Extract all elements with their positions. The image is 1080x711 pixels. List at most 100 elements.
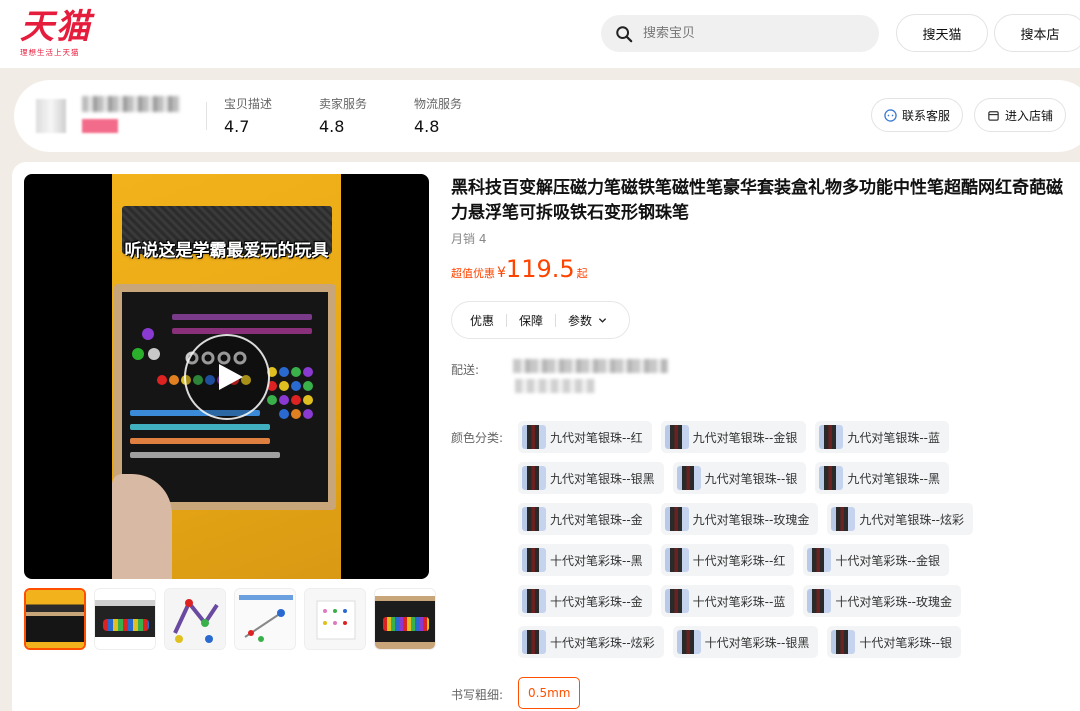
score-value: 4.8 (414, 117, 440, 136)
price-value: 119.5 (505, 255, 575, 283)
search-tmall-button[interactable]: 搜天猫 (896, 14, 988, 52)
color-option-row: 九代对笔银珠--红 九代对笔银珠--金银 九代对笔银珠--蓝 (518, 421, 1078, 453)
option-thumbnail (676, 466, 701, 490)
option-thumbnail (664, 425, 689, 449)
color-option-label: 九代对笔银珠--黑 (847, 471, 941, 486)
score-value: 4.7 (224, 117, 250, 136)
score-value: 4.8 (319, 117, 345, 136)
color-options: 九代对笔银珠--红 九代对笔银珠--金银 九代对笔银珠--蓝 九代对笔银珠--银黑 九代… (518, 421, 1078, 667)
option-thumbnail (522, 466, 546, 490)
color-option[interactable]: 九代对笔银珠--蓝 (815, 421, 950, 453)
shop-name-blurred[interactable] (82, 96, 180, 112)
color-option[interactable]: 十代对笔彩珠--炫彩 (518, 626, 664, 658)
color-option[interactable]: 九代对笔银珠--玫瑰金 (660, 503, 819, 535)
thumbnail[interactable] (164, 588, 226, 650)
enter-shop-button[interactable]: 进入店铺 (974, 98, 1066, 132)
color-option-label: 十代对笔彩珠--炫彩 (550, 635, 655, 650)
hand-image (112, 474, 172, 579)
enter-shop-label: 进入店铺 (1004, 108, 1053, 123)
shop-avatar[interactable] (36, 99, 66, 133)
size-option-selected[interactable]: 0.5mm (518, 677, 581, 709)
color-option-label: 九代对笔银珠--蓝 (847, 430, 941, 445)
color-option[interactable]: 九代对笔银珠--金 (518, 503, 652, 535)
color-option-label: 九代对笔银珠--银黑 (550, 471, 655, 486)
color-option[interactable]: 九代对笔银珠--银黑 (518, 462, 664, 494)
color-option-label: 十代对笔彩珠--黑 (550, 553, 643, 568)
thumbnail[interactable] (304, 588, 366, 650)
color-option-label: 十代对笔彩珠--红 (692, 553, 786, 568)
color-option-row: 十代对笔彩珠--黑 十代对笔彩珠--红 十代对笔彩珠--金银 (518, 544, 1078, 576)
divider (206, 102, 207, 130)
option-thumbnail (831, 507, 856, 531)
color-option-row: 九代对笔银珠--金 九代对笔银珠--玫瑰金 九代对笔银珠--炫彩 (518, 503, 1078, 535)
option-thumbnail (819, 425, 844, 449)
option-thumbnail (664, 548, 689, 572)
thumbnail[interactable] (94, 588, 156, 650)
option-thumbnail (522, 507, 546, 531)
option-thumbnail (664, 507, 689, 531)
color-option-label: 九代对笔银珠--金银 (692, 430, 798, 445)
info-tabs: 优惠 保障 参数 (451, 301, 630, 339)
video-caption: 听说这是学霸最爱玩的玩具 (124, 241, 329, 261)
color-option[interactable]: 十代对笔彩珠--玫瑰金 (803, 585, 962, 617)
contact-service-button[interactable]: 联系客服 (871, 98, 963, 132)
delivery-label: 配送: (451, 363, 480, 377)
play-button[interactable] (184, 334, 270, 420)
color-option[interactable]: 九代对笔银珠--炫彩 (827, 503, 974, 535)
color-option[interactable]: 十代对笔彩珠--银 (827, 626, 962, 658)
color-option[interactable]: 十代对笔彩珠--红 (660, 544, 795, 576)
delivery-address-blurred[interactable] (513, 359, 668, 373)
option-thumbnail (819, 466, 844, 490)
option-thumbnail (664, 589, 689, 613)
option-thumbnail (522, 589, 546, 613)
color-option[interactable]: 九代对笔银珠--金银 (660, 421, 807, 453)
color-option[interactable]: 十代对笔彩珠--金银 (803, 544, 950, 576)
thumbnail[interactable] (24, 588, 86, 650)
score-service: 卖家服务 4.8 (319, 95, 367, 136)
top-header: 天猫 理想生活上天猫 搜天猫 搜本店 (0, 0, 1080, 68)
delivery-time-blurred (515, 379, 595, 393)
search-shop-button[interactable]: 搜本店 (994, 14, 1080, 52)
tab-discount[interactable]: 优惠 (470, 312, 494, 329)
color-option-label: 九代对笔银珠--红 (550, 430, 643, 445)
color-option[interactable]: 十代对笔彩珠--银黑 (672, 626, 819, 658)
price-label: 超值优惠 (451, 267, 495, 280)
logo-slogan: 理想生活上天猫 (20, 48, 80, 57)
shop-badge-blurred (82, 119, 118, 133)
score-label: 物流服务 (414, 97, 463, 111)
contact-service-label: 联系客服 (901, 108, 950, 123)
thumbnail[interactable] (234, 588, 296, 650)
score-label: 卖家服务 (319, 97, 368, 111)
writing-width-label: 书写粗细: (451, 688, 504, 702)
thumbnail[interactable] (374, 588, 436, 650)
color-option[interactable]: 十代对笔彩珠--金 (518, 585, 652, 617)
score-description: 宝贝描述 4.7 (224, 95, 272, 136)
option-thumbnail (522, 548, 546, 572)
color-option-label: 十代对笔彩珠--玫瑰金 (835, 594, 953, 609)
tab-guarantee[interactable]: 保障 (519, 312, 543, 329)
color-option-label: 十代对笔彩珠--金 (550, 594, 643, 609)
search-input[interactable] (643, 26, 843, 41)
color-option-label: 十代对笔彩珠--蓝 (692, 594, 786, 609)
option-thumbnail (831, 630, 856, 654)
price-suffix: 起 (576, 267, 588, 280)
color-option[interactable]: 九代对笔银珠--红 (518, 421, 652, 453)
color-option[interactable]: 九代对笔银珠--黑 (815, 462, 950, 494)
color-option-label: 十代对笔彩珠--金银 (835, 553, 941, 568)
search-bar[interactable] (601, 15, 879, 52)
color-option[interactable]: 十代对笔彩珠--蓝 (660, 585, 795, 617)
color-option-label: 九代对笔银珠--炫彩 (859, 512, 965, 527)
color-option[interactable]: 九代对笔银珠--银 (672, 462, 807, 494)
option-thumbnail (807, 548, 832, 572)
color-option-row: 十代对笔彩珠--炫彩 十代对笔彩珠--银黑 十代对笔彩珠--银 (518, 626, 1078, 658)
tmall-logo[interactable]: 天猫 理想生活上天猫 (20, 8, 110, 58)
product-video[interactable]: 听说这是学霸最爱玩的玩具 (24, 174, 429, 579)
color-option-row: 十代对笔彩珠--金 十代对笔彩珠--蓝 十代对笔彩珠--玫瑰金 (518, 585, 1078, 617)
color-option-label: 九代对笔银珠--玫瑰金 (692, 512, 810, 527)
tab-params[interactable]: 参数 (568, 312, 592, 329)
option-thumbnail (807, 589, 832, 613)
color-option[interactable]: 十代对笔彩珠--黑 (518, 544, 652, 576)
score-logistics: 物流服务 4.8 (414, 95, 462, 136)
monthly-sales: 月销 4 (451, 232, 487, 246)
chevron-down-icon[interactable] (598, 316, 607, 325)
